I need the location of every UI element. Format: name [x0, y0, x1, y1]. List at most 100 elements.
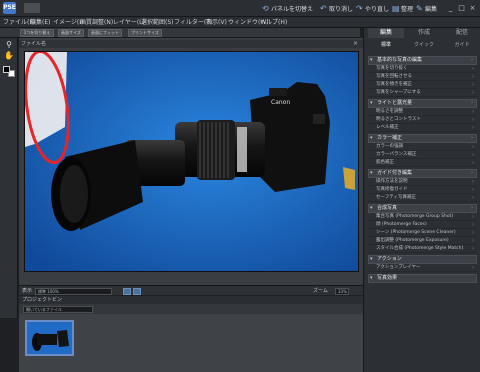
list-item[interactable]: 集合写真 (Photomerge Group Shot) ›	[368, 213, 477, 221]
document-menu-button[interactable]	[24, 3, 40, 13]
list-item[interactable]: スタイル合成 (Photomerge Style Match) ›	[368, 245, 477, 253]
menu-edit[interactable]: 編集(E)	[30, 18, 50, 27]
menu-help[interactable]: ヘルプ(H)	[260, 18, 287, 27]
subtab-quick[interactable]: クイック	[406, 40, 442, 50]
menu-view[interactable]: 表示(V)	[206, 18, 227, 27]
list-item[interactable]: 写真修復ガイド ›	[368, 186, 477, 194]
svg-text:Canon: Canon	[271, 99, 290, 106]
tab-share[interactable]: 配信	[444, 28, 480, 38]
chevron-right-icon: ›	[472, 117, 474, 123]
list-item[interactable]: アクションプレイヤー ›	[368, 264, 477, 272]
edit-icon: ✎	[416, 4, 423, 13]
tab-create[interactable]: 作成	[406, 28, 442, 38]
compare-view-icon[interactable]	[123, 288, 131, 295]
maximize-button[interactable]: □	[456, 2, 467, 14]
list-item[interactable]: シーン (Photomerge Scene Cleaner) ›	[368, 229, 477, 237]
document-header: ファイル名 ×	[19, 40, 363, 48]
subtab-guided[interactable]: ガイド	[444, 40, 480, 50]
document-close-icon[interactable]: ×	[353, 40, 358, 48]
tab-edit[interactable]: 編集	[368, 28, 404, 38]
project-bin-header: プロジェクトビン	[19, 296, 363, 304]
one-to-one-button[interactable]: 1つを切り替え	[20, 29, 54, 37]
zoom-tool-icon[interactable]: ⚲	[4, 40, 14, 49]
chevron-right-icon: ›	[472, 74, 474, 80]
redo-button[interactable]: ↷ やり直し	[356, 3, 389, 14]
minimize-button[interactable]: _	[445, 2, 456, 14]
menu-select[interactable]: 選択範囲(S)	[141, 18, 174, 27]
chevron-right-icon: ›	[472, 238, 474, 244]
panel-toggle-button[interactable]: ⟲ パネルを切替え	[262, 3, 313, 14]
panel-bin: 編集 作成 配信 標準 クイック ガイド 基本的な写真の編集› 写真を切り抜く›…	[363, 28, 480, 372]
chevron-right-icon: ›	[472, 214, 474, 220]
project-bin-dropdown[interactable]: 開いているファイル	[23, 306, 93, 313]
view-label: 表示	[22, 288, 33, 294]
chevron-right-icon: ›	[472, 179, 474, 185]
organize-icon: ▤	[392, 4, 400, 13]
menu-enhance[interactable]: 画質調整(N)	[80, 18, 113, 27]
fit-screen-button[interactable]: 画面サイズ	[58, 29, 84, 37]
sync-view-icon[interactable]	[133, 288, 141, 295]
tools-panel: ⚲ ✋	[0, 38, 18, 318]
chevron-right-icon: ›	[471, 57, 473, 63]
guided-edit-list: 基本的な写真の編集› 写真を切り抜く› 写真を回転させる› 写真を傾きを補正› …	[368, 54, 477, 283]
chevron-right-icon: ›	[472, 187, 474, 193]
chevron-right-icon: ›	[471, 100, 473, 106]
section-guided[interactable]: ガイド付き編集›	[368, 169, 477, 178]
section-color[interactable]: カラー補正›	[368, 134, 477, 143]
close-button[interactable]: ×	[467, 2, 478, 14]
thumbnail-image	[27, 322, 72, 354]
image-canvas[interactable]: Canon	[24, 51, 359, 272]
chevron-right-icon: ›	[471, 135, 473, 141]
print-size-button[interactable]: プリントサイズ	[128, 29, 162, 37]
menu-bar: ファイル(F) 編集(E) イメージ(I) 画質調整(N) レイヤー(L) 選択…	[0, 17, 480, 28]
view-mode-select[interactable]: 標準 100%	[35, 288, 112, 295]
list-item[interactable]: 写真を回転させる ›	[368, 73, 477, 81]
section-photomerge[interactable]: 合成写真›	[368, 204, 477, 213]
chevron-right-icon: ›	[472, 90, 474, 96]
organize-button[interactable]: ▤整理	[392, 3, 413, 14]
list-item[interactable]: 肌色補正 ›	[368, 159, 477, 167]
list-item[interactable]: 操作方法を説明 ›	[368, 178, 477, 186]
section-actions[interactable]: アクション	[368, 255, 477, 264]
section-basic-edits[interactable]: 基本的な写真の編集›	[368, 56, 477, 65]
app-logo: PSE	[3, 2, 16, 14]
options-bar: 1つを切り替え 画面サイズ 画面にフィット プリントサイズ	[0, 28, 360, 38]
chevron-right-icon: ›	[472, 125, 474, 131]
subtab-full[interactable]: 標準	[368, 40, 404, 50]
chevron-right-icon: ›	[472, 265, 474, 271]
section-photo-effects[interactable]: 写真効果	[368, 274, 477, 283]
list-item[interactable]: 顔 (Photomerge Faces) ›	[368, 221, 477, 229]
photo-camera-image: Canon	[25, 52, 358, 271]
chevron-right-icon: ›	[472, 82, 474, 88]
list-item[interactable]: レベル補正 ›	[368, 124, 477, 132]
section-lighting[interactable]: ライトと露光量›	[368, 99, 477, 108]
chevron-right-icon: ›	[472, 160, 474, 166]
hand-tool-icon[interactable]: ✋	[4, 51, 14, 60]
undo-button[interactable]: ↶ 取り消し	[320, 3, 353, 14]
list-item[interactable]: カラーバランス補正 ›	[368, 151, 477, 159]
list-item[interactable]: 写真を切り抜く ›	[368, 65, 477, 73]
thumbnail[interactable]	[25, 320, 74, 356]
list-item[interactable]: 写真をシャープにする ›	[368, 89, 477, 97]
list-item[interactable]: 露出調整 (Photomerge Exposure) ›	[368, 237, 477, 245]
list-item[interactable]: 明るさとコントラスト ›	[368, 116, 477, 124]
document-tab-title[interactable]: ファイル名	[21, 40, 46, 48]
title-bar: PSE ⟲ パネルを切替え ↶ 取り消し ↷ やり直し ▤整理 ✎ 編集 _ □ ×	[0, 0, 480, 17]
list-item[interactable]: セーフティ写真補正 ›	[368, 194, 477, 202]
chevron-right-icon: ›	[471, 205, 473, 211]
list-item[interactable]: 写真を傾きを補正 ›	[368, 81, 477, 89]
list-item[interactable]: カラーの強調 ›	[368, 143, 477, 151]
fit-on-screen-button[interactable]: 画面にフィット	[88, 29, 122, 37]
project-bin-icon: ⟲	[262, 4, 269, 13]
list-item[interactable]: 明るさを調整 ›	[368, 108, 477, 116]
edit-mode-button[interactable]: ✎ 編集	[416, 3, 437, 14]
foreground-color-swatch[interactable]	[3, 66, 10, 73]
menu-image[interactable]: イメージ(I)	[53, 18, 83, 27]
chevron-right-icon: ›	[472, 109, 474, 115]
chevron-right-icon: ›	[471, 170, 473, 176]
zoom-select[interactable]: 33%	[335, 288, 349, 295]
chevron-right-icon: ›	[472, 195, 474, 201]
project-bin	[19, 314, 363, 372]
project-bin-label: プロジェクトビン	[22, 297, 63, 303]
chevron-right-icon: ›	[472, 144, 474, 150]
